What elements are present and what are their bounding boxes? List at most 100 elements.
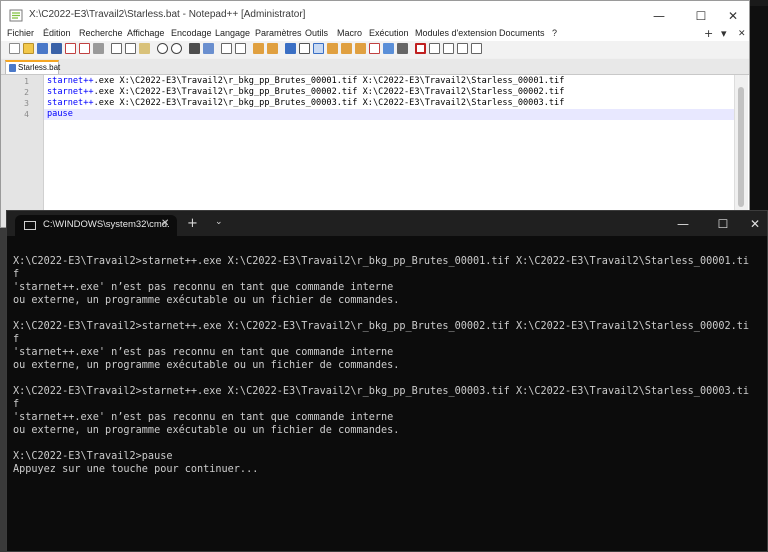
scrollbar-thumb[interactable] (738, 87, 744, 207)
menu-execution[interactable]: Exécution (369, 28, 409, 38)
menu-fichier[interactable]: Fichier (7, 28, 34, 38)
code-text: .exe X:\C2022-E3\Travail2\r_bkg_pp_Brute… (93, 98, 565, 108)
vertical-scrollbar[interactable] (734, 75, 748, 227)
word-wrap-icon[interactable] (285, 43, 296, 54)
save-macro-icon[interactable] (471, 43, 482, 54)
save-all-icon[interactable] (51, 43, 62, 54)
code-keyword: starnet++ (47, 87, 94, 97)
code-keyword: pause (47, 109, 73, 119)
close-all-icon[interactable] (79, 43, 90, 54)
terminal-line: f (13, 269, 20, 280)
menu-affichage[interactable]: Affichage (127, 28, 164, 38)
stop-macro-icon[interactable] (429, 43, 440, 54)
code-text: .exe X:\C2022-E3\Travail2\r_bkg_pp_Brute… (93, 87, 565, 97)
line-number: 3 (24, 99, 29, 108)
undo-icon[interactable] (157, 43, 168, 54)
doc-map-icon[interactable] (341, 43, 352, 54)
code-line-3[interactable]: starnet++.exe X:\C2022-E3\Travail2\r_bkg… (47, 98, 564, 109)
replace-icon[interactable] (203, 43, 214, 54)
code-line-2[interactable]: starnet++.exe X:\C2022-E3\Travail2\r_bkg… (47, 87, 564, 98)
menu-close-icon[interactable]: ✕ (738, 29, 746, 39)
cmd-window: C:\WINDOWS\system32\cmd. ✕ + ⌄ — ☐ ✕ X:\… (6, 210, 768, 552)
zoom-out-icon[interactable] (235, 43, 246, 54)
new-file-icon[interactable] (9, 43, 20, 54)
terminal-line: 'starnet++.exe' n’est pas reconnu en tan… (13, 282, 394, 293)
new-tab-button[interactable]: + (187, 216, 198, 231)
run-macro-multiple-icon[interactable] (457, 43, 468, 54)
terminal-line: f (13, 399, 20, 410)
window-title: X:\C2022-E3\Travail2\Starless.bat - Note… (29, 9, 306, 20)
menu-modules[interactable]: Modules d'extension (415, 28, 497, 38)
menu-bar: Fichier Édition Recherche Affichage Enco… (1, 27, 749, 41)
minimize-button[interactable]: — (641, 1, 677, 30)
tab-close-icon[interactable]: ✕ (161, 218, 169, 229)
save-state-icon (9, 64, 16, 72)
terminal-icon (24, 221, 36, 230)
show-all-chars-icon[interactable] (299, 43, 310, 54)
func-list-icon[interactable] (355, 43, 366, 54)
terminal-line: f (13, 334, 20, 345)
tab-label: Starless.bat (18, 63, 61, 72)
terminal-line: 'starnet++.exe' n’est pas reconnu en tan… (13, 347, 394, 358)
menu-macro[interactable]: Macro (337, 28, 362, 38)
terminal-line: ou externe, un programme exécutable ou u… (13, 425, 400, 436)
play-macro-icon[interactable] (443, 43, 454, 54)
menu-edition[interactable]: Édition (43, 28, 71, 38)
code-line-4[interactable]: pause (47, 109, 73, 120)
find-icon[interactable] (189, 43, 200, 54)
menu-langage[interactable]: Langage (215, 28, 250, 38)
tab-bar: Starless.bat (1, 59, 749, 75)
close-button[interactable]: ✕ (715, 1, 749, 30)
menu-arrow-icon[interactable]: ▾ (721, 27, 727, 40)
code-text: .exe X:\C2022-E3\Travail2\r_bkg_pp_Brute… (93, 76, 565, 86)
indent-guide-icon[interactable] (313, 43, 324, 54)
terminal-line: X:\C2022-E3\Travail2>starnet++.exe X:\C2… (13, 256, 750, 267)
print-icon[interactable] (93, 43, 104, 54)
notepadpp-titlebar[interactable]: X:\C2022-E3\Travail2\Starless.bat - Note… (1, 1, 749, 30)
menu-help[interactable]: ? (552, 28, 557, 38)
line-number: 2 (24, 88, 29, 97)
menu-documents[interactable]: Documents (499, 28, 545, 38)
folder-workspace-icon[interactable] (369, 43, 380, 54)
editor-area[interactable]: 1 2 3 4 starnet++.exe X:\C2022-E3\Travai… (1, 75, 749, 227)
menu-encodage[interactable]: Encodage (171, 28, 212, 38)
chevron-down-icon[interactable]: ⌄ (215, 217, 223, 227)
terminal-line: ou externe, un programme exécutable ou u… (13, 360, 400, 371)
sync-h-icon[interactable] (267, 43, 278, 54)
cmd-tab-title: C:\WINDOWS\system32\cmd. (43, 219, 170, 230)
terminal-line: X:\C2022-E3\Travail2>starnet++.exe X:\C2… (13, 386, 750, 397)
notepadpp-app-icon (9, 9, 23, 22)
zoom-in-icon[interactable] (221, 43, 232, 54)
code-keyword: starnet++ (47, 76, 94, 86)
minimize-button[interactable]: — (663, 211, 703, 236)
close-file-icon[interactable] (65, 43, 76, 54)
notepadpp-window: X:\C2022-E3\Travail2\Starless.bat - Note… (0, 0, 750, 228)
copy-icon[interactable] (125, 43, 136, 54)
menu-plus-icon[interactable]: + (704, 27, 713, 40)
toolbar (1, 41, 749, 58)
record-macro-icon[interactable] (415, 43, 426, 54)
maximize-button[interactable]: ☐ (683, 1, 719, 30)
lang-icon[interactable] (327, 43, 338, 54)
sync-v-icon[interactable] (253, 43, 264, 54)
code-line-1[interactable]: starnet++.exe X:\C2022-E3\Travail2\r_bkg… (47, 76, 564, 87)
cut-icon[interactable] (111, 43, 122, 54)
open-file-icon[interactable] (23, 43, 34, 54)
menu-parametres[interactable]: Paramètres (255, 28, 302, 38)
redo-icon[interactable] (171, 43, 182, 54)
eye-icon[interactable] (397, 43, 408, 54)
close-button[interactable]: ✕ (735, 211, 767, 236)
monitor-icon[interactable] (383, 43, 394, 54)
terminal-line: X:\C2022-E3\Travail2>pause (13, 451, 173, 462)
terminal-line: ou externe, un programme exécutable ou u… (13, 295, 400, 306)
terminal-line: X:\C2022-E3\Travail2>starnet++.exe X:\C2… (13, 321, 750, 332)
tab-starless-bat[interactable]: Starless.bat (5, 60, 61, 74)
save-icon[interactable] (37, 43, 48, 54)
cmd-titlebar[interactable]: C:\WINDOWS\system32\cmd. ✕ + ⌄ — ☐ ✕ (7, 211, 767, 236)
menu-recherche[interactable]: Recherche (79, 28, 123, 38)
menu-outils[interactable]: Outils (305, 28, 328, 38)
paste-icon[interactable] (139, 43, 150, 54)
cmd-tab[interactable]: C:\WINDOWS\system32\cmd. ✕ (15, 215, 177, 236)
terminal-line: Appuyez sur une touche pour continuer... (13, 464, 259, 475)
line-number: 1 (24, 77, 29, 86)
